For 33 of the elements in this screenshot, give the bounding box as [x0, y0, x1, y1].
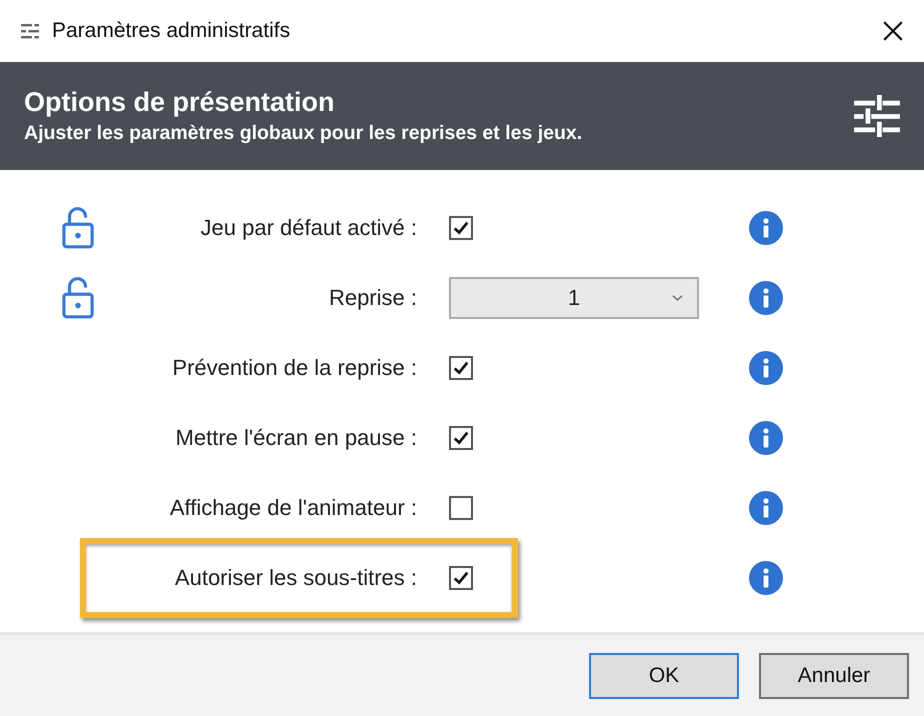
setting-label: Prévention de la reprise : [171, 355, 417, 381]
setting-label: Reprise : [328, 285, 417, 311]
setting-label: Jeu par défaut activé : [200, 215, 417, 241]
checkbox[interactable] [449, 356, 473, 380]
unlocked-padlock-icon[interactable] [62, 207, 94, 249]
sliders-icon [20, 21, 40, 41]
checkbox[interactable] [449, 566, 473, 590]
close-icon[interactable] [882, 20, 904, 42]
info-icon[interactable] [749, 561, 783, 595]
dropdown[interactable]: 1 [449, 277, 699, 319]
setting-label: Mettre l'écran en pause : [174, 425, 417, 451]
sliders-icon [854, 95, 900, 137]
header-subtitle: Ajuster les paramètres globaux pour les reprises et les jeux. [24, 122, 584, 145]
info-icon[interactable] [749, 351, 783, 385]
info-icon[interactable] [749, 421, 783, 455]
setting-label: Autoriser les sous-titres : [174, 565, 417, 591]
checkbox[interactable] [449, 426, 473, 450]
checkmark-icon [452, 219, 470, 237]
checkbox[interactable] [449, 216, 473, 240]
dialog-button[interactable]: Annuler [759, 652, 909, 698]
checkmark-icon [452, 429, 470, 447]
info-icon[interactable] [749, 281, 783, 315]
window-title: Paramètres administratifs [52, 19, 292, 43]
setting-label: Affichage de l'animateur : [168, 495, 417, 521]
caret-icon [672, 294, 683, 302]
checkmark-icon [452, 569, 470, 587]
header-title: Options de présentation [24, 87, 336, 118]
checkbox[interactable] [449, 496, 473, 520]
unlocked-padlock-icon[interactable] [62, 277, 94, 319]
checkmark-icon [452, 359, 470, 377]
info-icon[interactable] [749, 211, 783, 245]
dialog-button[interactable]: OK [589, 652, 739, 698]
info-icon[interactable] [749, 491, 783, 525]
